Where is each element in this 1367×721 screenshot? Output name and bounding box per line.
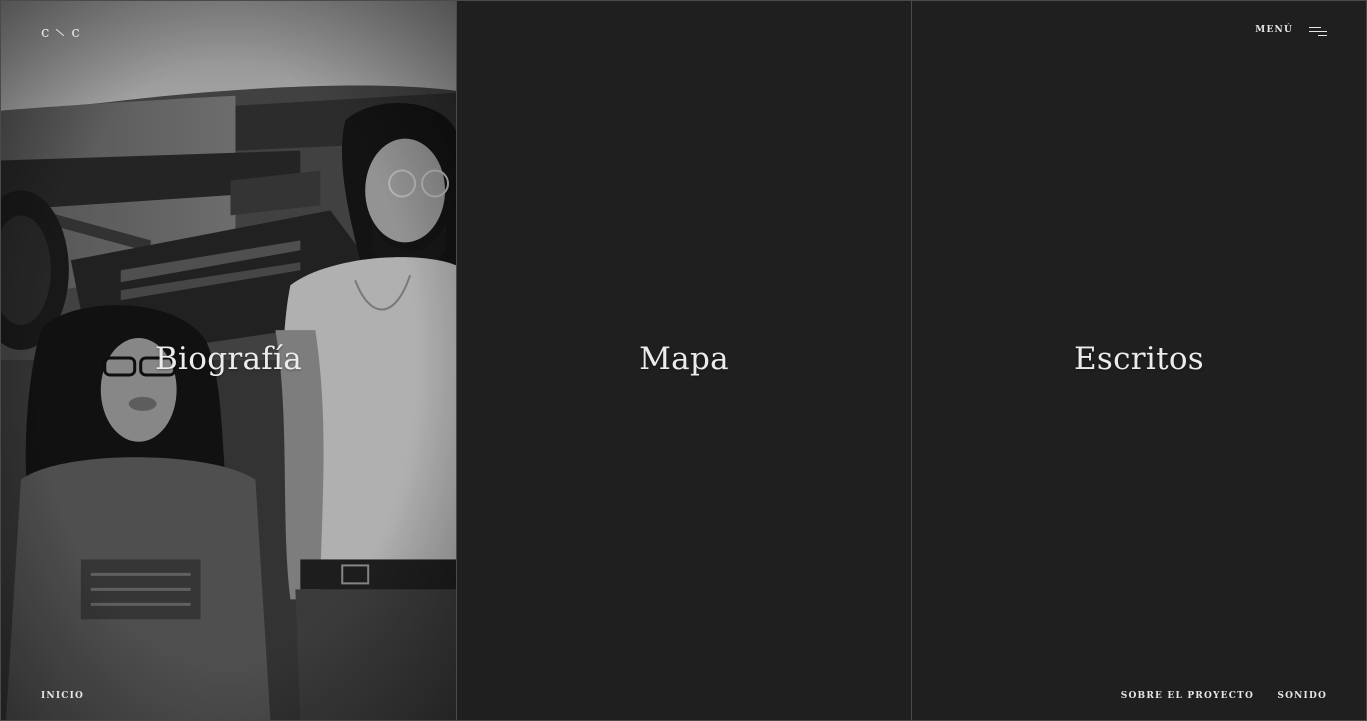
logo-letter-left: c	[41, 23, 54, 41]
footer-link-sobre-el-proyecto[interactable]: SOBRE EL PROYECTO	[1121, 691, 1254, 701]
panel-title-mapa[interactable]: Mapa	[457, 339, 911, 379]
menu-button[interactable]: MENÚ	[1255, 24, 1327, 36]
logo-slash-icon	[56, 28, 65, 36]
section-panels: Biografía Mapa Escritos	[0, 0, 1367, 721]
menu-label: MENÚ	[1255, 25, 1293, 35]
page: Biografía Mapa Escritos c c MENÚ INICIO …	[0, 0, 1367, 721]
footer-link-sonido[interactable]: SONIDO	[1277, 691, 1327, 701]
logo-letter-right: c	[71, 23, 84, 41]
panel-title-biografia[interactable]: Biografía	[1, 339, 456, 379]
footer-link-inicio[interactable]: INICIO	[41, 691, 84, 701]
hamburger-icon[interactable]	[1309, 24, 1327, 36]
panel-title-escritos[interactable]: Escritos	[912, 339, 1366, 379]
panel-escritos[interactable]: Escritos	[911, 0, 1367, 721]
site-logo[interactable]: c c	[41, 23, 84, 41]
panel-mapa[interactable]: Mapa	[456, 0, 911, 721]
panel-biografia[interactable]: Biografía	[0, 0, 456, 721]
